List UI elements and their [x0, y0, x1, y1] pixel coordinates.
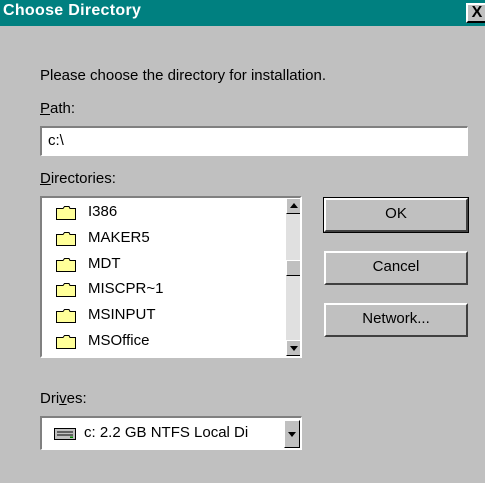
directory-item-label: I386 — [88, 203, 118, 220]
title-bar: Choose Directory X — [0, 0, 485, 26]
drives-select[interactable]: c: 2.2 GB NTFS Local Di — [40, 416, 302, 450]
arrow-down-icon — [290, 346, 298, 351]
directories-label: Directories: — [40, 170, 116, 187]
directory-item-label: MSOffice — [88, 331, 150, 349]
choose-directory-dialog: Choose Directory X Please choose the dir… — [0, 0, 485, 483]
directory-item[interactable]: MAKER5 — [42, 226, 282, 252]
directory-item[interactable]: MDT — [42, 252, 282, 278]
scroll-thumb[interactable] — [286, 260, 300, 276]
cancel-button[interactable]: Cancel — [324, 251, 468, 285]
folder-icon — [56, 206, 76, 220]
directory-item-label: MISCPR~1 — [88, 280, 164, 298]
path-label-rest: ath: — [50, 100, 76, 117]
hard-drive-icon — [54, 428, 76, 440]
directories-label-mnemonic: D — [40, 170, 51, 187]
folder-icon — [56, 257, 76, 272]
drives-label-mnemonic: v — [59, 390, 67, 407]
folder-icon — [56, 309, 76, 324]
folder-icon — [56, 334, 76, 349]
close-button[interactable]: X — [466, 3, 485, 23]
directory-item-label: MDT — [88, 254, 121, 272]
chevron-down-icon — [288, 432, 296, 437]
drives-dropdown-button[interactable] — [284, 420, 300, 448]
directory-item[interactable]: MSOffice — [42, 329, 282, 355]
drives-label-end: es: — [66, 390, 87, 407]
path-label: Path: — [40, 100, 75, 117]
ok-button[interactable]: OK — [323, 197, 469, 233]
arrow-up-icon — [290, 203, 298, 208]
scroll-down-button[interactable] — [286, 340, 300, 356]
dialog-title: Choose Directory — [3, 2, 142, 19]
path-input[interactable]: c:\ — [40, 126, 468, 156]
directory-item[interactable]: MSINPUT — [42, 303, 282, 329]
folder-icon — [56, 283, 76, 298]
directories-label-rest: irectories: — [50, 170, 116, 187]
drives-select-value: c: 2.2 GB NTFS Local Di — [84, 424, 249, 441]
drives-label: Drives: — [40, 390, 87, 407]
network-button[interactable]: Network... — [324, 303, 468, 337]
path-label-mnemonic: P — [40, 100, 51, 117]
drives-label-start: Dri — [40, 390, 60, 407]
directories-listbox[interactable]: I386 MAKER5 MDT MISCPR~1 MSINPUT MSOffic… — [40, 196, 302, 358]
directory-item[interactable]: MISCPR~1 — [42, 277, 282, 303]
folder-icon — [56, 231, 76, 246]
directory-item[interactable]: I386 — [42, 200, 282, 226]
instruction-text: Please choose the directory for installa… — [40, 67, 326, 84]
directory-item-label: MAKER5 — [88, 228, 150, 246]
directories-scrollbar[interactable] — [286, 198, 300, 356]
path-input-value: c:\ — [48, 132, 64, 149]
directory-item-label: MSINPUT — [88, 306, 156, 324]
scroll-up-button[interactable] — [286, 198, 300, 214]
close-icon: X — [471, 4, 483, 21]
